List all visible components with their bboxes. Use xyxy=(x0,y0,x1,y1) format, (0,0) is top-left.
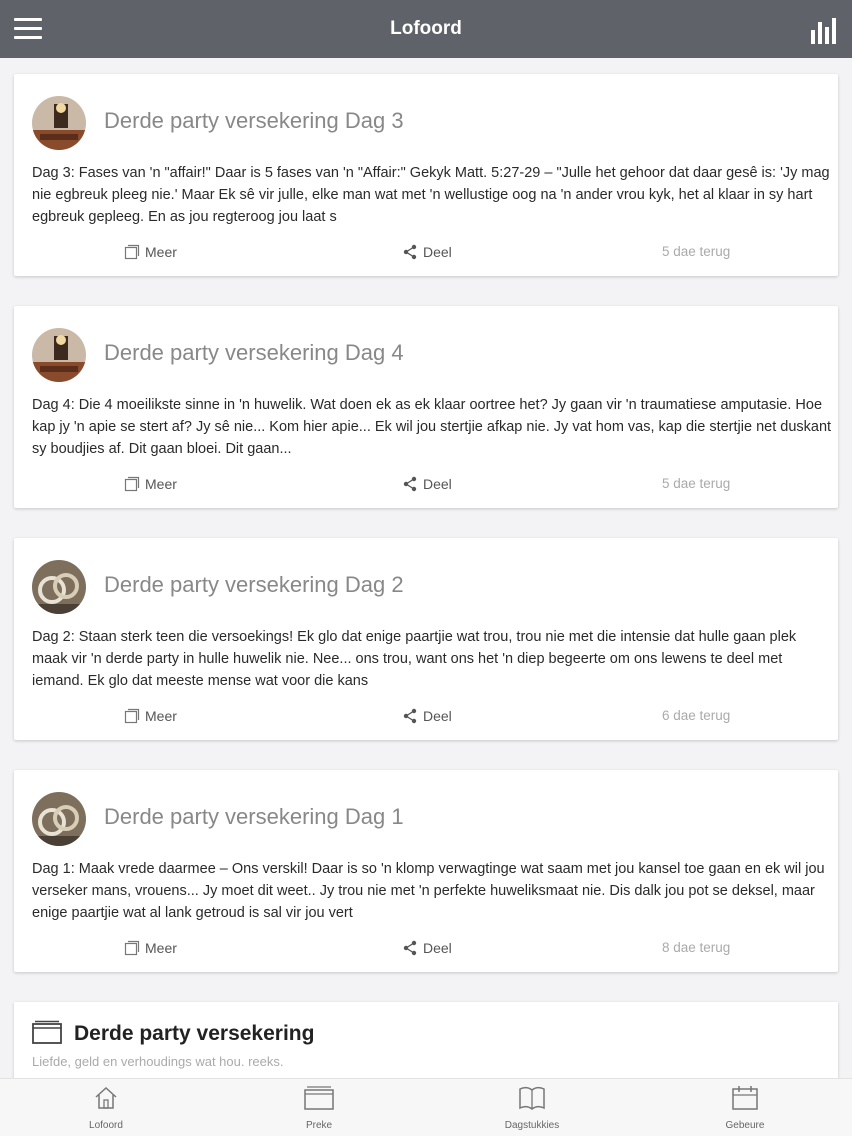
post-card[interactable]: Derde party versekering Dag 1 Dag 1: Maa… xyxy=(14,770,838,972)
more-label: Meer xyxy=(145,476,177,492)
series-title[interactable]: Derde party versekering xyxy=(74,1022,314,1046)
share-label: Deel xyxy=(423,244,452,260)
nav-label: Lofoord xyxy=(89,1120,123,1131)
post-actions: Meer Deel 5 dae terug xyxy=(14,244,838,268)
nav-dagstukkies[interactable]: Dagstukkies xyxy=(472,1085,592,1131)
post-age: 5 dae terug xyxy=(662,476,731,491)
post-actions: Meer Deel 6 dae terug xyxy=(14,708,838,732)
bar-chart-icon[interactable] xyxy=(810,16,836,44)
hamburger-menu-icon[interactable] xyxy=(14,18,42,40)
series-subtitle: Liefde, geld en verhoudings wat hou. ree… xyxy=(32,1054,284,1069)
copy-icon xyxy=(124,476,140,492)
nav-label: Dagstukkies xyxy=(504,1120,560,1131)
home-icon xyxy=(95,1086,117,1109)
share-label: Deel xyxy=(423,708,452,724)
share-button[interactable]: Deel xyxy=(402,940,452,956)
post-excerpt: Dag 2: Staan sterk teen die versoekings!… xyxy=(32,626,832,692)
more-button[interactable]: Meer xyxy=(124,940,177,956)
share-icon xyxy=(403,708,417,724)
feed[interactable]: Derde party versekering Dag 3 Dag 3: Fas… xyxy=(0,58,852,1078)
more-label: Meer xyxy=(145,244,177,260)
post-age: 5 dae terug xyxy=(662,244,731,259)
post-title[interactable]: Derde party versekering Dag 2 xyxy=(104,572,404,598)
share-icon xyxy=(403,940,417,956)
more-button[interactable]: Meer xyxy=(124,708,177,724)
post-avatar xyxy=(32,328,86,382)
more-label: Meer xyxy=(145,940,177,956)
bottom-navigation: Lofoord Preke Dagstukkies Gebeure xyxy=(0,1078,852,1136)
text-fade xyxy=(672,438,832,460)
post-title[interactable]: Derde party versekering Dag 3 xyxy=(104,108,404,134)
copy-icon xyxy=(124,940,140,956)
post-excerpt: Dag 4: Die 4 moeilikste sinne in 'n huwe… xyxy=(32,394,832,460)
top-app-bar: Lofoord xyxy=(0,0,852,58)
post-card[interactable]: Derde party versekering Dag 2 Dag 2: Sta… xyxy=(14,538,838,740)
post-actions: Meer Deel 5 dae terug xyxy=(14,476,838,500)
nav-label: Preke xyxy=(305,1120,333,1131)
book-icon xyxy=(519,1086,545,1110)
series-card[interactable]: Derde party versekering Liefde, geld en … xyxy=(14,1002,838,1078)
share-icon xyxy=(403,244,417,260)
post-avatar xyxy=(32,560,86,614)
post-card[interactable]: Derde party versekering Dag 4 Dag 4: Die… xyxy=(14,306,838,508)
post-age: 8 dae terug xyxy=(662,940,731,955)
more-button[interactable]: Meer xyxy=(124,244,177,260)
post-avatar xyxy=(32,792,86,846)
share-button[interactable]: Deel xyxy=(402,708,452,724)
post-avatar xyxy=(32,96,86,150)
post-excerpt: Dag 1: Maak vrede daarmee – Ons verskil!… xyxy=(32,858,832,924)
text-fade xyxy=(672,670,832,692)
post-age: 6 dae terug xyxy=(662,708,731,723)
nav-lofoord[interactable]: Lofoord xyxy=(46,1085,166,1131)
text-fade xyxy=(672,206,832,228)
nav-label: Gebeure xyxy=(725,1120,765,1131)
share-button[interactable]: Deel xyxy=(402,244,452,260)
app-title: Lofoord xyxy=(390,18,462,39)
text-fade xyxy=(672,902,832,924)
share-button[interactable]: Deel xyxy=(402,476,452,492)
post-title[interactable]: Derde party versekering Dag 4 xyxy=(104,340,404,366)
more-label: Meer xyxy=(145,708,177,724)
folder-icon xyxy=(304,1086,334,1110)
post-card[interactable]: Derde party versekering Dag 3 Dag 3: Fas… xyxy=(14,74,838,276)
copy-icon xyxy=(124,244,140,260)
post-actions: Meer Deel 8 dae terug xyxy=(14,940,838,964)
copy-icon xyxy=(124,708,140,724)
more-button[interactable]: Meer xyxy=(124,476,177,492)
calendar-icon xyxy=(732,1086,758,1110)
share-icon xyxy=(403,476,417,492)
share-label: Deel xyxy=(423,940,452,956)
folder-icon xyxy=(32,1020,62,1049)
nav-gebeure[interactable]: Gebeure xyxy=(685,1085,805,1131)
post-excerpt: Dag 3: Fases van 'n "affair!" Daar is 5 … xyxy=(32,162,832,228)
post-title[interactable]: Derde party versekering Dag 1 xyxy=(104,804,404,830)
share-label: Deel xyxy=(423,476,452,492)
nav-preke[interactable]: Preke xyxy=(259,1085,379,1131)
